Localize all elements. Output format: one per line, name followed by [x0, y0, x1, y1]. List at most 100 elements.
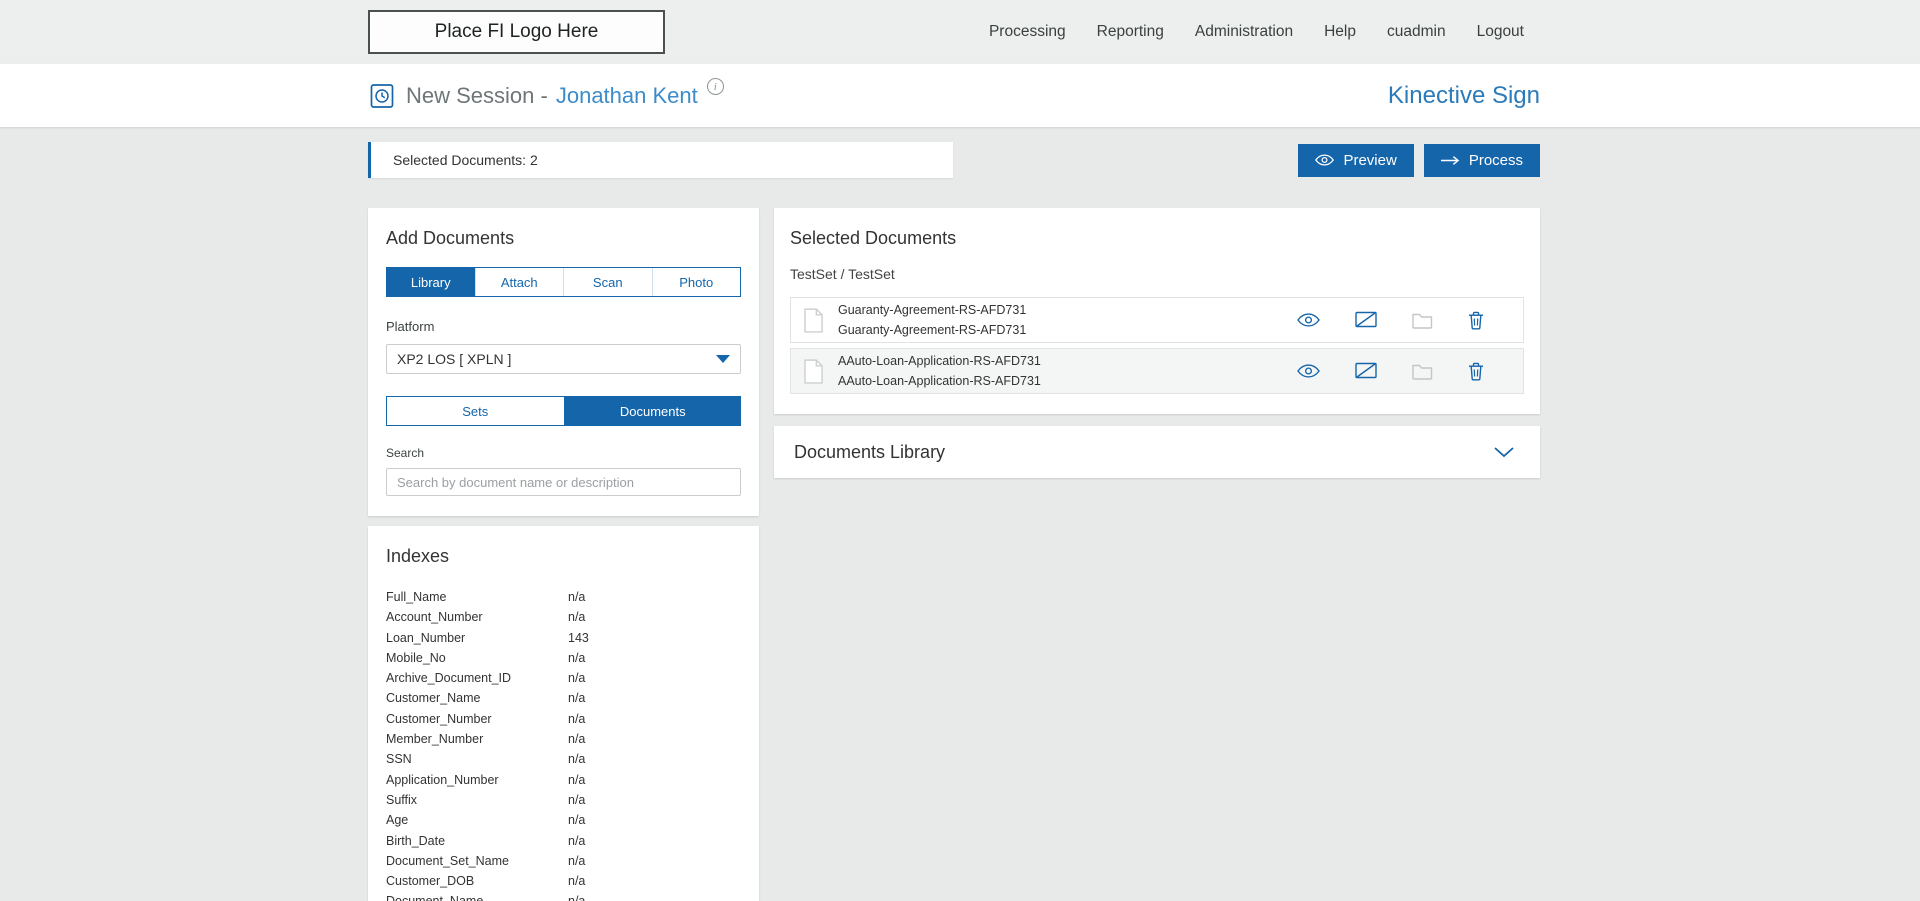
document-file-icon — [804, 308, 823, 333]
selected-documents-count: Selected Documents: 2 — [393, 152, 538, 168]
index-value: n/a — [568, 871, 585, 891]
eye-icon — [1315, 154, 1334, 166]
tab-attach[interactable]: Attach — [475, 268, 564, 296]
session-user-link[interactable]: Jonathan Kent — [556, 83, 698, 109]
platform-label: Platform — [386, 319, 741, 334]
document-actions — [1297, 311, 1510, 330]
document-name-block: AAuto-Loan-Application-RS-AFD731 AAuto-L… — [838, 354, 1041, 388]
preview-button[interactable]: Preview — [1298, 144, 1413, 177]
left-column: Add Documents Library Attach Scan Photo … — [368, 208, 759, 901]
session-title: New Session - Jonathan Kent i — [370, 83, 724, 109]
document-name-line1: Guaranty-Agreement-RS-AFD731 — [838, 303, 1026, 317]
document-row[interactable]: Guaranty-Agreement-RS-AFD731 Guaranty-Ag… — [790, 297, 1524, 343]
document-search-input[interactable] — [386, 468, 741, 496]
session-title-text: New Session - — [406, 83, 548, 109]
folder-icon[interactable] — [1412, 312, 1433, 329]
selected-documents-panel: Selected Documents TestSet / TestSet Gua… — [774, 208, 1540, 414]
search-label: Search — [386, 446, 741, 460]
brand-title: Kinective Sign — [1388, 82, 1540, 110]
nav-item-logout[interactable]: Logout — [1477, 23, 1524, 41]
index-value: n/a — [568, 688, 585, 708]
document-name-block: Guaranty-Agreement-RS-AFD731 Guaranty-Ag… — [838, 303, 1026, 337]
view-document-icon[interactable] — [1297, 313, 1320, 327]
nav-item-processing[interactable]: Processing — [989, 23, 1066, 41]
index-value: n/a — [568, 729, 585, 749]
documents-library-title: Documents Library — [794, 442, 945, 463]
index-value: n/a — [568, 851, 585, 871]
index-label: Account_Number — [386, 607, 568, 627]
arrow-right-icon — [1441, 155, 1460, 166]
chevron-down-icon[interactable] — [1494, 447, 1514, 458]
index-label: Birth_Date — [386, 831, 568, 851]
index-row: SSNn/a — [386, 749, 741, 769]
indexes-title: Indexes — [386, 546, 741, 567]
index-value: n/a — [568, 831, 585, 851]
tab-library[interactable]: Library — [387, 268, 475, 296]
index-row: Customer_DOBn/a — [386, 871, 741, 891]
nav-item-reporting[interactable]: Reporting — [1097, 23, 1164, 41]
document-name-line2: AAuto-Loan-Application-RS-AFD731 — [838, 374, 1041, 388]
toggle-sets[interactable]: Sets — [386, 396, 565, 426]
signature-pad-unavailable-icon[interactable] — [1355, 311, 1377, 329]
document-name-line2: Guaranty-Agreement-RS-AFD731 — [838, 323, 1026, 337]
right-column: Selected Documents TestSet / TestSet Gua… — [774, 208, 1540, 478]
index-label: Loan_Number — [386, 628, 568, 648]
folder-icon[interactable] — [1412, 363, 1433, 380]
process-button-label: Process — [1469, 152, 1523, 169]
index-row: Member_Numbern/a — [386, 729, 741, 749]
platform-dropdown-value: XP2 LOS [ XPLN ] — [397, 351, 511, 367]
index-row: Document_Namen/a — [386, 891, 741, 901]
index-row: Archive_Document_IDn/a — [386, 668, 741, 688]
delete-document-icon[interactable] — [1468, 311, 1484, 330]
fi-logo-text: Place FI Logo Here — [435, 21, 599, 43]
nav-item-help[interactable]: Help — [1324, 23, 1356, 41]
index-label: Member_Number — [386, 729, 568, 749]
index-value: n/a — [568, 810, 585, 830]
index-row: Loan_Number143 — [386, 628, 741, 648]
index-row: Customer_Numbern/a — [386, 709, 741, 729]
preview-button-label: Preview — [1343, 152, 1396, 169]
index-value: n/a — [568, 709, 585, 729]
index-row: Customer_Namen/a — [386, 688, 741, 708]
top-navigation-bar: Place FI Logo Here Processing Reporting … — [0, 0, 1920, 64]
document-set-path: TestSet / TestSet — [790, 266, 1524, 282]
index-label: Full_Name — [386, 587, 568, 607]
index-label: Archive_Document_ID — [386, 668, 568, 688]
info-icon[interactable]: i — [707, 78, 724, 95]
action-row: Selected Documents: 2 Preview — [368, 142, 1540, 178]
documents-library-panel[interactable]: Documents Library — [774, 426, 1540, 478]
nav-item-administration[interactable]: Administration — [1195, 23, 1293, 41]
document-actions — [1297, 362, 1510, 381]
page: Place FI Logo Here Processing Reporting … — [0, 0, 1920, 901]
nav-item-username[interactable]: cuadmin — [1387, 23, 1446, 41]
index-value: n/a — [568, 648, 585, 668]
action-buttons: Preview Process — [1298, 144, 1540, 177]
index-value: n/a — [568, 607, 585, 627]
tab-photo[interactable]: Photo — [652, 268, 741, 296]
index-value: n/a — [568, 668, 585, 688]
process-button[interactable]: Process — [1424, 144, 1540, 177]
index-label: Customer_Number — [386, 709, 568, 729]
tab-scan[interactable]: Scan — [563, 268, 652, 296]
index-value: n/a — [568, 749, 585, 769]
index-row: Agen/a — [386, 810, 741, 830]
selected-documents-title: Selected Documents — [790, 228, 1524, 249]
view-document-icon[interactable] — [1297, 364, 1320, 378]
document-row[interactable]: AAuto-Loan-Application-RS-AFD731 AAuto-L… — [790, 348, 1524, 394]
chevron-down-icon — [716, 355, 730, 363]
session-header: New Session - Jonathan Kent i Kinective … — [0, 64, 1920, 127]
add-documents-title: Add Documents — [386, 228, 741, 249]
delete-document-icon[interactable] — [1468, 362, 1484, 381]
index-rows: Full_Namen/a Account_Numbern/a Loan_Numb… — [386, 587, 741, 901]
new-session-icon — [370, 83, 394, 109]
index-row: Document_Set_Namen/a — [386, 851, 741, 871]
add-documents-tabs: Library Attach Scan Photo — [386, 267, 741, 297]
index-value: n/a — [568, 891, 585, 901]
index-value: n/a — [568, 790, 585, 810]
index-label: Application_Number — [386, 770, 568, 790]
add-documents-panel: Add Documents Library Attach Scan Photo … — [368, 208, 759, 516]
toggle-documents[interactable]: Documents — [565, 396, 742, 426]
signature-pad-unavailable-icon[interactable] — [1355, 362, 1377, 380]
fi-logo-placeholder[interactable]: Place FI Logo Here — [368, 10, 665, 54]
platform-dropdown[interactable]: XP2 LOS [ XPLN ] — [386, 344, 741, 374]
